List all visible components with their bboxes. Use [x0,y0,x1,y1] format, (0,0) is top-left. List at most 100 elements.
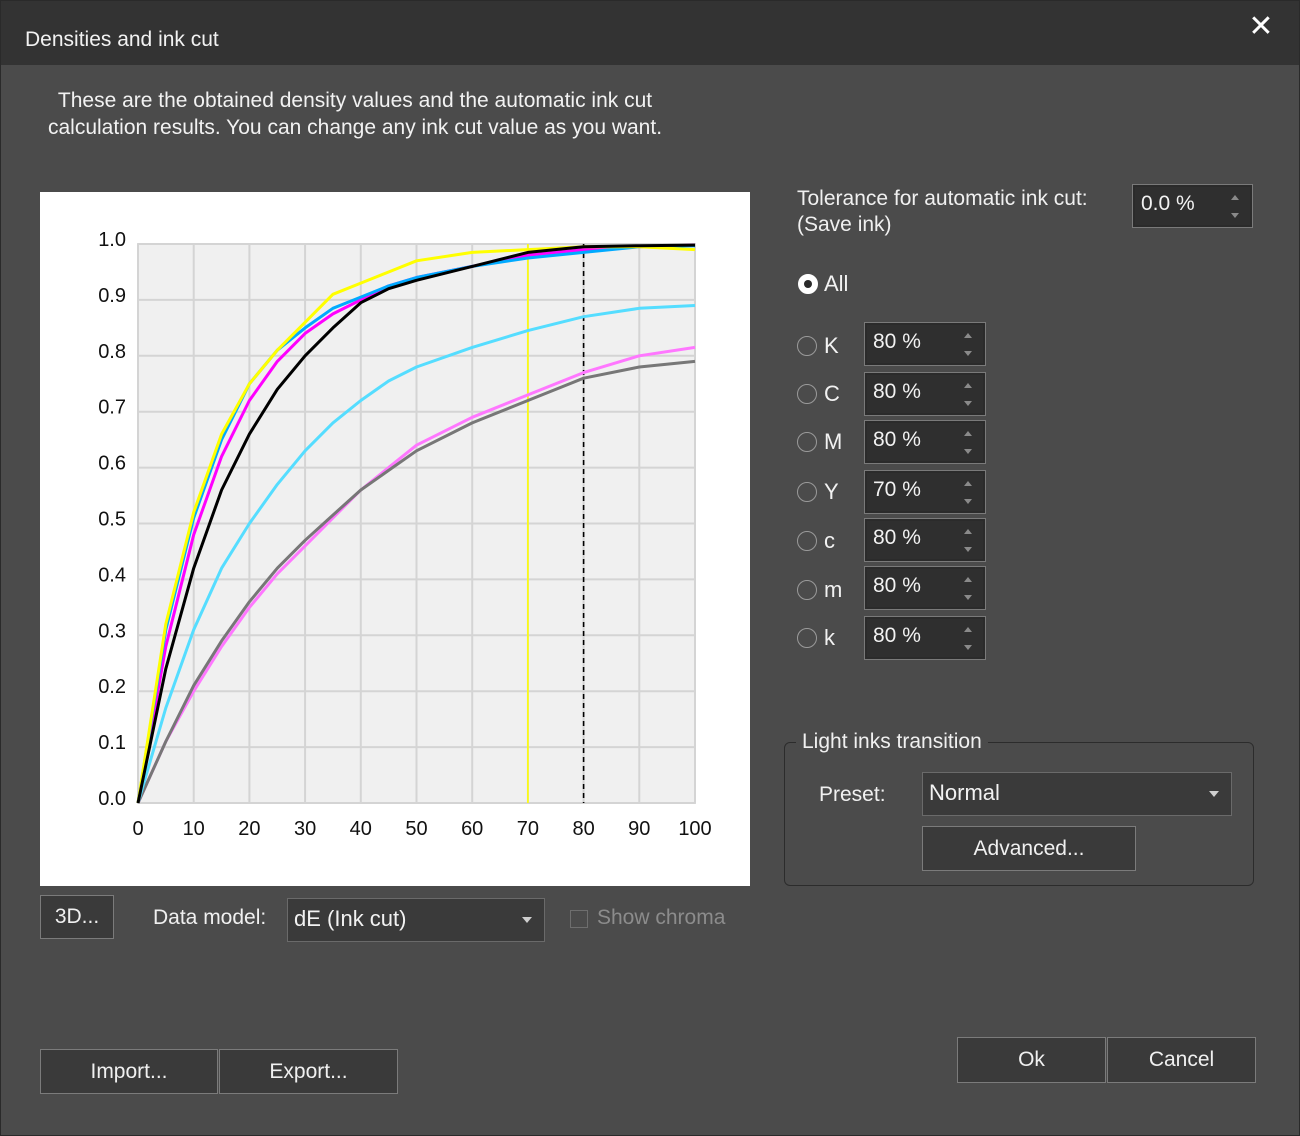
chevron-down-icon [510,899,544,941]
x-tick-label: 20 [238,818,260,840]
x-tick-label: 80 [572,818,594,840]
x-tick-label: 90 [628,818,650,840]
advanced-button-label: Advanced... [973,837,1085,860]
data-model-label: Data model: [153,906,267,929]
data-model-select[interactable]: dE (Ink cut) [287,898,545,942]
radio-Y[interactable] [797,482,817,502]
spin-down-icon[interactable] [955,344,981,362]
radio-c[interactable] [797,531,817,551]
ink-cut-c-spinbox[interactable]: 80 % [864,518,986,562]
y-tick-label: 0.5 [98,509,126,531]
tolerance-label-line-2: (Save ink) [797,213,892,236]
dialog-title: Densities and ink cut [25,28,219,51]
y-tick-label: 1.0 [98,229,126,251]
spin-up-icon[interactable] [1222,188,1248,206]
density-chart: 0 10 20 30 40 50 60 70 80 90 100 0.0 0.1 0.2 0.3 0.4 0.5… [40,192,750,886]
ink-cut-C-value: 80 % [873,380,921,403]
light-inks-group-title: Light inks transition [796,730,988,754]
y-tick-label: 0.9 [98,285,126,307]
spin-down-icon[interactable] [955,540,981,558]
radio-K-label[interactable]: K [824,333,839,359]
preset-label: Preset: [819,783,886,806]
preset-select[interactable]: Normal [922,772,1232,816]
radio-all-label[interactable]: All [824,271,848,297]
show-chroma-label: Show chroma [597,906,726,929]
ink-cut-M-value: 80 % [873,428,921,451]
description-line-2: calculation results. You can change any … [47,116,663,139]
spin-down-icon[interactable] [955,394,981,412]
ink-cut-m-spinbox[interactable]: 80 % [864,566,986,610]
spin-down-icon[interactable] [955,638,981,656]
ink-cut-c-value: 80 % [873,526,921,549]
preset-value: Normal [929,780,1000,805]
densities-dialog: Densities and ink cut ✕ These are the ob… [0,0,1300,1136]
ink-cut-M-spinbox[interactable]: 80 % [864,420,986,464]
export-button[interactable]: Export... [219,1049,398,1094]
ink-cut-m-value: 80 % [873,574,921,597]
radio-all[interactable] [798,274,818,294]
spin-up-icon[interactable] [955,522,981,540]
x-tick-label: 40 [350,818,372,840]
x-tick-label: 10 [183,818,205,840]
3d-button[interactable]: 3D... [40,895,114,939]
ink-cut-C-spinbox[interactable]: 80 % [864,372,986,416]
y-tick-label: 0.4 [98,564,126,586]
radio-K[interactable] [797,336,817,356]
ok-button[interactable]: Ok [957,1037,1106,1083]
radio-m[interactable] [797,580,817,600]
spin-down-icon[interactable] [955,442,981,460]
title-bar: Densities and ink cut ✕ [1,1,1299,65]
y-tick-label: 0.8 [98,341,126,363]
y-tick-label: 0.3 [98,620,126,642]
radio-k[interactable] [797,628,817,648]
y-tick-label: 0.2 [98,676,126,698]
spin-down-icon[interactable] [1222,206,1248,224]
description-line-1: These are the obtained density values an… [57,89,653,112]
radio-M[interactable] [797,432,817,452]
radio-k-label[interactable]: k [824,625,835,651]
radio-M-label[interactable]: M [824,429,842,455]
radio-Y-label[interactable]: Y [824,479,839,505]
radio-C[interactable] [797,384,817,404]
ink-cut-k-spinbox[interactable]: 80 % [864,616,986,660]
tolerance-spinbox[interactable]: 0.0 % [1132,184,1253,228]
spin-up-icon[interactable] [955,474,981,492]
ink-cut-k-value: 80 % [873,624,921,647]
description-text: These are the obtained density values an… [21,87,689,141]
tolerance-label-line-1: Tolerance for automatic ink cut: [797,187,1088,210]
export-button-label: Export... [269,1060,348,1083]
spin-up-icon[interactable] [955,620,981,638]
spin-up-icon[interactable] [955,424,981,442]
data-model-value: dE (Ink cut) [294,906,407,931]
spin-up-icon[interactable] [955,376,981,394]
ink-cut-K-spinbox[interactable]: 80 % [864,322,986,366]
radio-c-label[interactable]: c [824,528,835,554]
show-chroma-checkbox[interactable] [570,910,588,928]
chevron-down-icon [1197,773,1231,815]
spin-up-icon[interactable] [955,570,981,588]
y-tick-label: 0.7 [98,397,126,419]
x-tick-label: 50 [405,818,427,840]
y-tick-label: 0.0 [98,788,126,810]
import-button-label: Import... [90,1060,168,1083]
import-button[interactable]: Import... [40,1049,218,1094]
spin-down-icon[interactable] [955,492,981,510]
ink-cut-Y-value: 70 % [873,478,921,501]
spin-down-icon[interactable] [955,588,981,606]
tolerance-value: 0.0 % [1141,192,1195,215]
cancel-button-label: Cancel [1148,1048,1215,1071]
radio-m-label[interactable]: m [824,577,842,603]
3d-button-label: 3D... [54,905,100,928]
close-icon[interactable]: ✕ [1243,9,1279,45]
y-tick-label: 0.1 [98,732,126,754]
spin-up-icon[interactable] [955,326,981,344]
x-tick-label: 60 [461,818,483,840]
density-chart-svg: 0 10 20 30 40 50 60 70 80 90 100 0.0 0.1 0.2 0.3 0.4 0.5… [98,229,712,840]
cancel-button[interactable]: Cancel [1107,1037,1256,1083]
ink-cut-Y-spinbox[interactable]: 70 % [864,470,986,514]
ink-cut-K-value: 80 % [873,330,921,353]
advanced-button[interactable]: Advanced... [922,826,1136,871]
radio-C-label[interactable]: C [824,381,840,407]
y-tick-label: 0.6 [98,453,126,475]
x-tick-label: 30 [294,818,316,840]
